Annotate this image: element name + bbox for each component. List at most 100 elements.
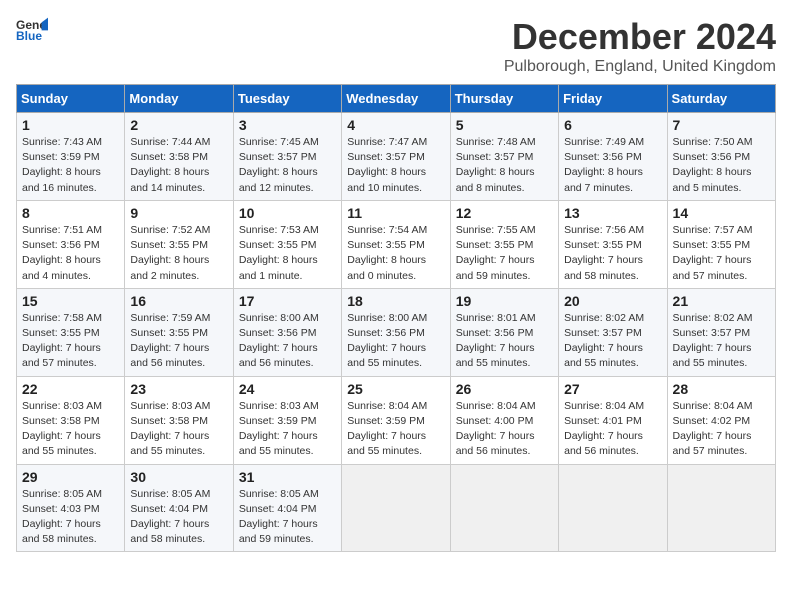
day-detail: Sunrise: 7:56 AMSunset: 3:55 PMDaylight:… [564, 223, 661, 284]
day-detail: Sunrise: 8:03 AMSunset: 3:58 PMDaylight:… [22, 399, 119, 460]
calendar-cell [450, 464, 558, 552]
calendar-cell: 6 Sunrise: 7:49 AMSunset: 3:56 PMDaylight… [559, 113, 667, 201]
calendar-cell: 18 Sunrise: 8:00 AMSunset: 3:56 PMDayligh… [342, 288, 450, 376]
day-number: 14 [673, 205, 770, 221]
calendar-cell: 10Sunrise: 7:53 AMSunset: 3:55 PMDayligh… [233, 200, 341, 288]
day-detail: Sunrise: 7:51 AMSunset: 3:56 PMDaylight:… [22, 223, 119, 284]
day-detail: Sunrise: 8:02 AMSunset: 3:57 PMDaylight:… [673, 311, 770, 372]
day-detail: Sunrise: 8:03 AMSunset: 3:59 PMDaylight:… [239, 399, 336, 460]
calendar-cell: 19 Sunrise: 8:01 AMSunset: 3:56 PMDayligh… [450, 288, 558, 376]
day-number: 28 [673, 381, 770, 397]
day-number: 17 [239, 293, 336, 309]
day-number: 4 [347, 117, 444, 133]
calendar-cell: 28 Sunrise: 8:04 AMSunset: 4:02 PMDayligh… [667, 376, 775, 464]
calendar-cell: 21 Sunrise: 8:02 AMSunset: 3:57 PMDayligh… [667, 288, 775, 376]
day-number: 26 [456, 381, 553, 397]
day-number: 22 [22, 381, 119, 397]
day-header-friday: Friday [559, 85, 667, 113]
day-number: 31 [239, 469, 336, 485]
day-number: 21 [673, 293, 770, 309]
day-number: 16 [130, 293, 227, 309]
location-title: Pulborough, England, United Kingdom [504, 58, 776, 76]
day-number: 24 [239, 381, 336, 397]
title-area: December 2024 Pulborough, England, Unite… [504, 16, 776, 76]
calendar-week-row: 1 Sunrise: 7:43 AMSunset: 3:59 PMDaylight… [17, 113, 776, 201]
day-detail: Sunrise: 8:00 AMSunset: 3:56 PMDaylight:… [347, 311, 444, 372]
month-title: December 2024 [504, 16, 776, 58]
day-header-tuesday: Tuesday [233, 85, 341, 113]
day-detail: Sunrise: 8:04 AMSunset: 3:59 PMDaylight:… [347, 399, 444, 460]
day-number: 30 [130, 469, 227, 485]
day-detail: Sunrise: 8:05 AMSunset: 4:04 PMDaylight:… [239, 487, 336, 548]
calendar-cell: 3 Sunrise: 7:45 AMSunset: 3:57 PMDaylight… [233, 113, 341, 201]
calendar-cell: 23 Sunrise: 8:03 AMSunset: 3:58 PMDayligh… [125, 376, 233, 464]
calendar-cell: 31 Sunrise: 8:05 AMSunset: 4:04 PMDayligh… [233, 464, 341, 552]
day-detail: Sunrise: 8:00 AMSunset: 3:56 PMDaylight:… [239, 311, 336, 372]
day-detail: Sunrise: 7:43 AMSunset: 3:59 PMDaylight:… [22, 135, 119, 196]
svg-text:Blue: Blue [16, 29, 42, 43]
logo-icon: General Blue [16, 16, 48, 44]
calendar-cell: 12 Sunrise: 7:55 AMSunset: 3:55 PMDayligh… [450, 200, 558, 288]
calendar-cell [559, 464, 667, 552]
calendar-cell: 9Sunrise: 7:52 AMSunset: 3:55 PMDaylight… [125, 200, 233, 288]
day-number: 3 [239, 117, 336, 133]
day-number: 10 [239, 205, 336, 221]
calendar-cell: 7 Sunrise: 7:50 AMSunset: 3:56 PMDaylight… [667, 113, 775, 201]
calendar-cell: 16 Sunrise: 7:59 AMSunset: 3:55 PMDayligh… [125, 288, 233, 376]
day-detail: Sunrise: 7:54 AMSunset: 3:55 PMDaylight:… [347, 223, 444, 284]
day-number: 29 [22, 469, 119, 485]
day-detail: Sunrise: 8:01 AMSunset: 3:56 PMDaylight:… [456, 311, 553, 372]
calendar-cell: 13Sunrise: 7:56 AMSunset: 3:55 PMDayligh… [559, 200, 667, 288]
day-detail: Sunrise: 7:55 AMSunset: 3:55 PMDaylight:… [456, 223, 553, 284]
calendar-cell: 1 Sunrise: 7:43 AMSunset: 3:59 PMDaylight… [17, 113, 125, 201]
calendar-week-row: 8 Sunrise: 7:51 AMSunset: 3:56 PMDaylight… [17, 200, 776, 288]
day-number: 6 [564, 117, 661, 133]
day-header-sunday: Sunday [17, 85, 125, 113]
calendar-week-row: 29Sunrise: 8:05 AMSunset: 4:03 PMDayligh… [17, 464, 776, 552]
day-detail: Sunrise: 8:04 AMSunset: 4:02 PMDaylight:… [673, 399, 770, 460]
day-number: 23 [130, 381, 227, 397]
calendar-cell: 25Sunrise: 8:04 AMSunset: 3:59 PMDayligh… [342, 376, 450, 464]
day-number: 19 [456, 293, 553, 309]
calendar-cell: 22 Sunrise: 8:03 AMSunset: 3:58 PMDayligh… [17, 376, 125, 464]
day-detail: Sunrise: 7:49 AMSunset: 3:56 PMDaylight:… [564, 135, 661, 196]
day-number: 20 [564, 293, 661, 309]
day-detail: Sunrise: 7:47 AMSunset: 3:57 PMDaylight:… [347, 135, 444, 196]
day-number: 11 [347, 205, 444, 221]
day-number: 9 [130, 205, 227, 221]
day-detail: Sunrise: 8:03 AMSunset: 3:58 PMDaylight:… [130, 399, 227, 460]
day-detail: Sunrise: 8:02 AMSunset: 3:57 PMDaylight:… [564, 311, 661, 372]
calendar-cell [342, 464, 450, 552]
day-detail: Sunrise: 8:04 AMSunset: 4:00 PMDaylight:… [456, 399, 553, 460]
calendar-cell: 30 Sunrise: 8:05 AMSunset: 4:04 PMDayligh… [125, 464, 233, 552]
day-number: 18 [347, 293, 444, 309]
calendar-cell: 14Sunrise: 7:57 AMSunset: 3:55 PMDayligh… [667, 200, 775, 288]
calendar-cell: 26 Sunrise: 8:04 AMSunset: 4:00 PMDayligh… [450, 376, 558, 464]
day-number: 8 [22, 205, 119, 221]
calendar-cell: 15Sunrise: 7:58 AMSunset: 3:55 PMDayligh… [17, 288, 125, 376]
calendar-cell: 20 Sunrise: 8:02 AMSunset: 3:57 PMDayligh… [559, 288, 667, 376]
day-detail: Sunrise: 7:45 AMSunset: 3:57 PMDaylight:… [239, 135, 336, 196]
calendar-cell: 17 Sunrise: 8:00 AMSunset: 3:56 PMDayligh… [233, 288, 341, 376]
calendar-cell: 24 Sunrise: 8:03 AMSunset: 3:59 PMDayligh… [233, 376, 341, 464]
calendar-week-row: 15Sunrise: 7:58 AMSunset: 3:55 PMDayligh… [17, 288, 776, 376]
calendar-week-row: 22 Sunrise: 8:03 AMSunset: 3:58 PMDayligh… [17, 376, 776, 464]
day-detail: Sunrise: 7:50 AMSunset: 3:56 PMDaylight:… [673, 135, 770, 196]
calendar-header-row: SundayMondayTuesdayWednesdayThursdayFrid… [17, 85, 776, 113]
day-detail: Sunrise: 8:04 AMSunset: 4:01 PMDaylight:… [564, 399, 661, 460]
day-detail: Sunrise: 7:44 AMSunset: 3:58 PMDaylight:… [130, 135, 227, 196]
day-number: 12 [456, 205, 553, 221]
day-detail: Sunrise: 7:59 AMSunset: 3:55 PMDaylight:… [130, 311, 227, 372]
day-header-wednesday: Wednesday [342, 85, 450, 113]
day-detail: Sunrise: 8:05 AMSunset: 4:04 PMDaylight:… [130, 487, 227, 548]
calendar-cell: 8 Sunrise: 7:51 AMSunset: 3:56 PMDaylight… [17, 200, 125, 288]
calendar-cell: 27Sunrise: 8:04 AMSunset: 4:01 PMDayligh… [559, 376, 667, 464]
day-number: 7 [673, 117, 770, 133]
day-number: 2 [130, 117, 227, 133]
calendar-cell: 11 Sunrise: 7:54 AMSunset: 3:55 PMDayligh… [342, 200, 450, 288]
day-number: 1 [22, 117, 119, 133]
day-detail: Sunrise: 7:58 AMSunset: 3:55 PMDaylight:… [22, 311, 119, 372]
day-detail: Sunrise: 7:48 AMSunset: 3:57 PMDaylight:… [456, 135, 553, 196]
day-header-monday: Monday [125, 85, 233, 113]
day-header-thursday: Thursday [450, 85, 558, 113]
